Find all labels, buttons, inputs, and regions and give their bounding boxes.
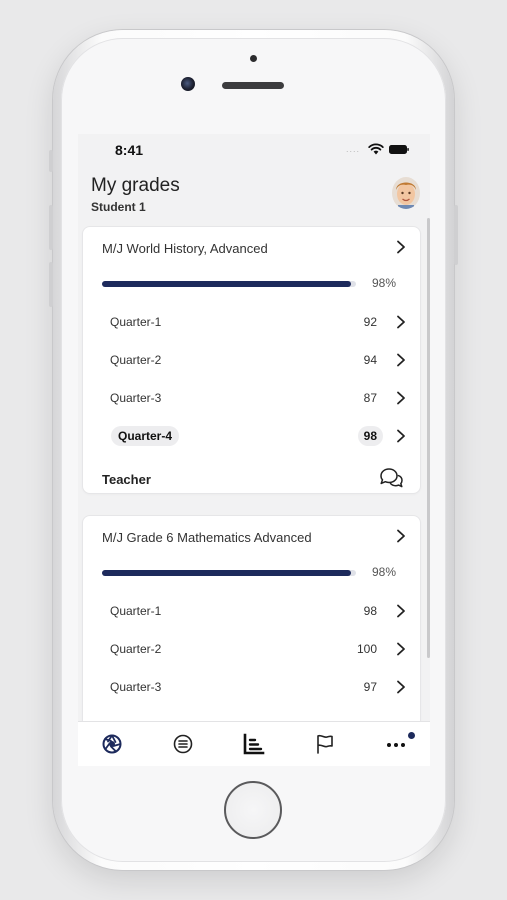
teacher-label: Teacher: [102, 472, 151, 487]
battery-icon: [389, 145, 409, 154]
chevron-right-icon[interactable]: [396, 642, 406, 656]
quarter-label: Quarter-3: [110, 680, 162, 694]
quarter-score: 87: [363, 391, 377, 405]
tab-bar: [78, 721, 430, 766]
proximity-sensor: [250, 55, 257, 62]
earpiece-speaker: [222, 82, 284, 89]
quarter-label: Quarter-2: [110, 353, 162, 367]
progress-fill: [102, 281, 351, 287]
volume-down-button: [49, 262, 53, 307]
course-card[interactable]: M/J World History, Advanced 98% Quarter-…: [83, 227, 420, 493]
quarter-row[interactable]: Quarter-3 87: [83, 380, 420, 416]
more-icon: [387, 743, 405, 747]
quarter-score: 94: [363, 353, 377, 367]
quarter-label: Quarter-3: [110, 391, 162, 405]
chat-bubbles-icon[interactable]: [378, 466, 404, 490]
scrollbar[interactable]: [427, 218, 430, 658]
chevron-right-icon[interactable]: [396, 391, 406, 405]
progress-percent: 98%: [372, 565, 397, 579]
tab-more[interactable]: [384, 732, 408, 756]
page-title: My grades: [91, 175, 180, 196]
status-time: 8:41: [115, 142, 144, 158]
chevron-right-icon[interactable]: [396, 353, 406, 367]
front-camera: [181, 77, 195, 91]
quarter-score: 100: [356, 642, 377, 656]
signal-dots: ....: [346, 144, 361, 154]
quarter-label: Quarter-2: [110, 642, 162, 656]
quarter-score: 98: [363, 604, 377, 618]
status-bar: 8:41 ....: [78, 134, 430, 166]
progress-bar: [102, 281, 356, 287]
flag-icon: [317, 734, 333, 754]
quarter-row[interactable]: Quarter-2 94: [83, 342, 420, 378]
chevron-right-icon[interactable]: [396, 429, 406, 443]
chevron-right-icon[interactable]: [396, 529, 406, 543]
tab-flag[interactable]: [313, 732, 337, 756]
quarter-row[interactable]: Quarter-1 92: [83, 304, 420, 340]
chevron-right-icon[interactable]: [396, 604, 406, 618]
course-title: M/J World History, Advanced: [102, 241, 268, 256]
app-screen: 8:41 .... My grades Student 1 M/J World …: [78, 134, 430, 766]
chevron-right-icon[interactable]: [396, 315, 406, 329]
wifi-icon: [368, 143, 384, 155]
quarter-row[interactable]: Quarter-3 97: [83, 669, 420, 705]
quarter-row[interactable]: Quarter-2 100: [83, 631, 420, 667]
quarter-score: 98: [357, 426, 383, 446]
quarter-row[interactable]: Quarter-1 98: [83, 593, 420, 629]
grades-chart-icon: [243, 733, 265, 755]
list-icon: [173, 734, 193, 754]
power-button: [454, 205, 458, 265]
tab-home[interactable]: [100, 732, 124, 756]
quarter-score: 92: [363, 315, 377, 329]
tab-grades[interactable]: [242, 732, 266, 756]
aperture-icon: [102, 734, 122, 754]
course-title: M/J Grade 6 Mathematics Advanced: [102, 530, 312, 545]
quarter-label: Quarter-1: [110, 315, 162, 329]
quarter-row-selected[interactable]: Quarter-4 98: [83, 418, 420, 454]
quarter-label: Quarter-1: [110, 604, 162, 618]
notification-dot: [408, 732, 415, 739]
progress-bar: [102, 570, 356, 576]
volume-up-button: [49, 205, 53, 250]
progress-fill: [102, 570, 351, 576]
chevron-right-icon[interactable]: [396, 680, 406, 694]
student-name: Student 1: [91, 200, 146, 214]
progress-percent: 98%: [372, 276, 397, 290]
tab-list[interactable]: [171, 732, 195, 756]
mute-switch: [49, 150, 53, 172]
chevron-right-icon[interactable]: [396, 240, 406, 254]
home-button[interactable]: [224, 781, 282, 839]
quarter-score: 97: [363, 680, 377, 694]
quarter-label: Quarter-4: [111, 426, 180, 446]
user-avatar[interactable]: [392, 177, 420, 209]
